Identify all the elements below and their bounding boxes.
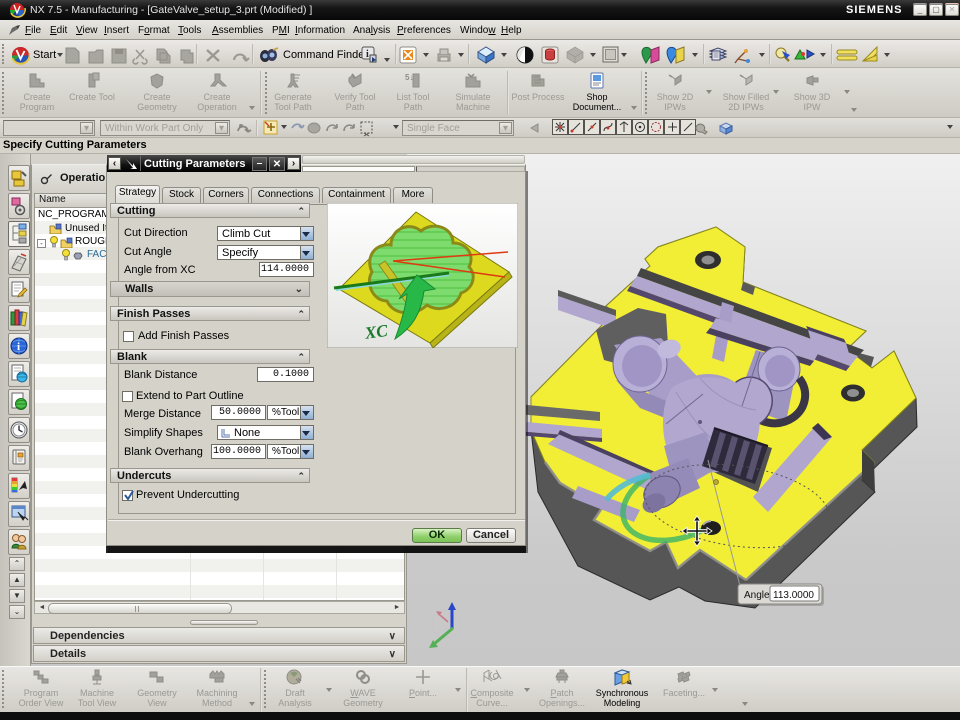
svg-text:XC: XC bbox=[363, 321, 390, 343]
svg-text:113.0000: 113.0000 bbox=[773, 590, 814, 601]
svg-text:i: i bbox=[17, 341, 20, 353]
svg-text:Angle: Angle bbox=[744, 590, 770, 601]
